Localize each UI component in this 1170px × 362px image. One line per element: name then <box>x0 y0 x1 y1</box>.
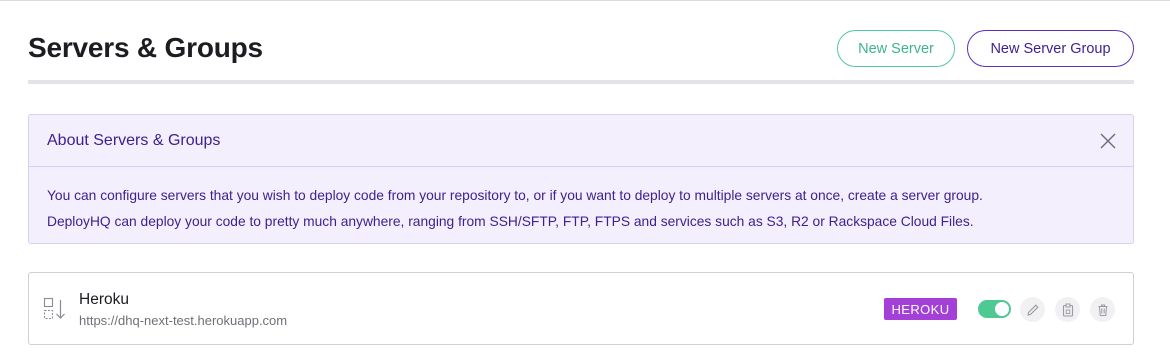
page-title: Servers & Groups <box>28 32 263 63</box>
clipboard-icon <box>1062 303 1073 317</box>
copy-server-button[interactable] <box>1055 297 1080 322</box>
about-text-line-1: You can configure servers that you wish … <box>47 188 983 203</box>
server-name[interactable]: Heroku <box>79 291 129 309</box>
server-enabled-toggle[interactable] <box>978 300 1011 318</box>
trash-icon <box>1098 304 1107 316</box>
server-transfer-icon <box>43 297 67 321</box>
about-info-panel: About Servers & Groups You can configure… <box>28 114 1134 244</box>
toggle-knob <box>995 302 1009 316</box>
about-text-line-2: DeployHQ can deploy your code to pretty … <box>47 214 974 229</box>
new-server-button[interactable]: New Server <box>837 30 955 67</box>
pencil-icon <box>1026 303 1039 316</box>
close-icon[interactable] <box>1099 132 1117 150</box>
new-server-group-button[interactable]: New Server Group <box>967 30 1134 67</box>
about-panel-header: About Servers & Groups <box>29 115 1133 167</box>
about-panel-title: About Servers & Groups <box>47 132 221 149</box>
delete-server-button[interactable] <box>1090 297 1115 322</box>
server-url: https://dhq-next-test.herokuapp.com <box>79 313 288 328</box>
page-header: Servers & Groups New Server New Server G… <box>28 28 1134 84</box>
server-row[interactable]: Heroku https://dhq-next-test.herokuapp.c… <box>28 272 1134 345</box>
server-type-badge: HEROKU <box>884 298 957 320</box>
top-border <box>0 0 1170 1</box>
about-panel-body: You can configure servers that you wish … <box>29 167 1133 235</box>
edit-server-button[interactable] <box>1020 297 1045 322</box>
